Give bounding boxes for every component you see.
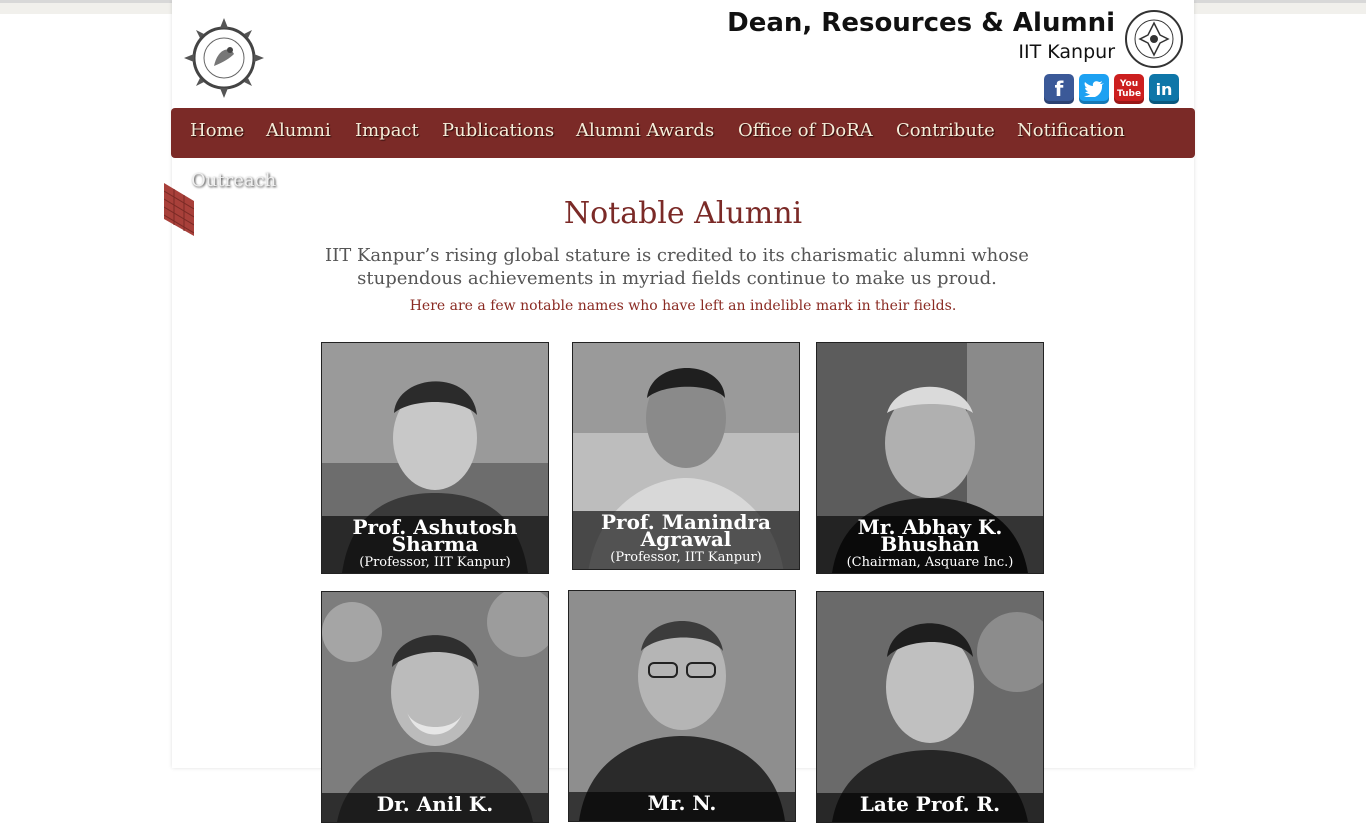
twitter-bird-icon <box>1084 81 1104 97</box>
nav-office-of-dora[interactable]: Office of DoRA <box>738 120 873 141</box>
alumni-caption: Prof. Manindra Agrawal (Professor, IIT K… <box>573 511 799 569</box>
alumni-photo <box>569 591 795 821</box>
alumni-card[interactable]: Prof. Ashutosh Sharma (Professor, IIT Ka… <box>321 342 549 574</box>
alumni-role: (Chairman, Asquare Inc.) <box>846 555 1014 570</box>
alumni-card[interactable]: Late Prof. R. <box>816 591 1044 823</box>
nav-contribute[interactable]: Contribute <box>896 120 995 141</box>
alumni-photo <box>322 592 548 822</box>
alumni-name: Prof. Ashutosh Sharma <box>352 515 518 556</box>
iit-kanpur-seal-icon[interactable] <box>1124 9 1184 69</box>
youtube-icon[interactable]: You Tube <box>1114 74 1144 104</box>
alumni-caption: Late Prof. R. <box>817 792 1043 822</box>
nav-home[interactable]: Home <box>190 120 244 141</box>
alumni-caption: Prof. Ashutosh Sharma (Professor, IIT Ka… <box>322 516 548 573</box>
alumni-card[interactable]: Dr. Anil K. <box>321 591 549 823</box>
alumni-photo <box>817 592 1043 822</box>
nav-alumni-awards[interactable]: Alumni Awards <box>576 120 714 141</box>
brand-subtitle: IIT Kanpur <box>1018 41 1115 63</box>
nav-publications[interactable]: Publications <box>442 120 554 141</box>
alumni-role: (Professor, IIT Kanpur) <box>610 550 762 565</box>
linkedin-icon[interactable]: in <box>1149 74 1179 104</box>
main-nav: Home Alumni Impact Publications Alumni A… <box>171 108 1195 158</box>
alumni-caption: Mr. N. <box>569 791 795 821</box>
nav-impact[interactable]: Impact <box>355 120 419 141</box>
alumni-caption: Dr. Anil K. <box>322 792 548 822</box>
page-title: Notable Alumni <box>563 196 803 231</box>
share-your-news-logo[interactable] <box>184 18 264 98</box>
intro-subtext: Here are a few notable names who have le… <box>409 298 957 314</box>
alumni-name: Late Prof. R. <box>859 792 1001 816</box>
intro-text: IIT Kanpur’s rising global stature is cr… <box>325 245 1029 289</box>
brand-title: Dean, Resources & Alumni <box>727 8 1115 38</box>
alumni-name: Prof. Manindra Agrawal <box>601 510 771 551</box>
nav-outreach[interactable]: Outreach <box>191 170 276 191</box>
alumni-card[interactable]: Prof. Manindra Agrawal (Professor, IIT K… <box>572 342 800 570</box>
alumni-name: Mr. N. <box>647 791 717 815</box>
alumni-name: Mr. Abhay K. Bhushan <box>857 515 1003 556</box>
facebook-icon[interactable]: f <box>1044 74 1074 104</box>
nav-alumni[interactable]: Alumni <box>266 120 331 141</box>
alumni-caption: Mr. Abhay K. Bhushan (Chairman, Asquare … <box>817 516 1043 573</box>
twitter-icon[interactable] <box>1079 74 1109 104</box>
alumni-card[interactable]: Mr. Abhay K. Bhushan (Chairman, Asquare … <box>816 342 1044 574</box>
alumni-name: Dr. Anil K. <box>376 792 494 816</box>
alumni-role: (Professor, IIT Kanpur) <box>359 555 511 570</box>
alumni-card[interactable]: Mr. N. <box>568 590 796 822</box>
nav-notification[interactable]: Notification <box>1017 120 1125 141</box>
